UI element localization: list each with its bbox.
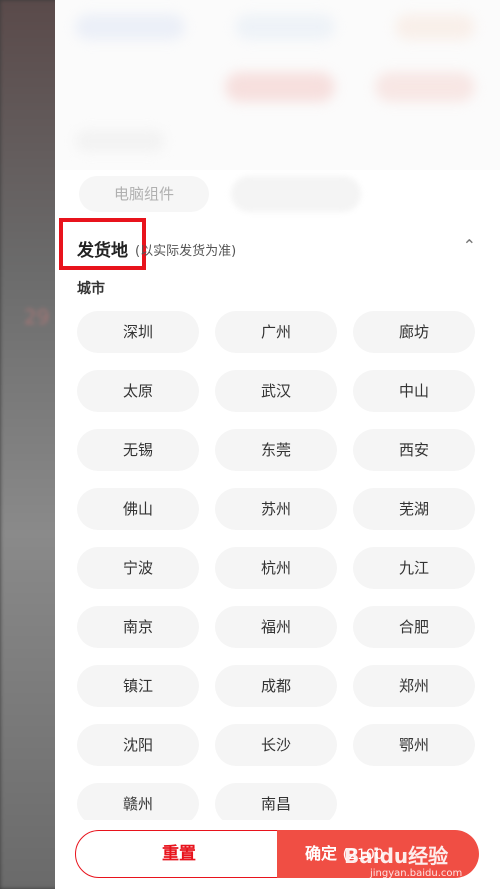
city-chip[interactable]: 成都 — [215, 665, 337, 707]
city-chip[interactable]: 宁波 — [77, 547, 199, 589]
ship-from-note: (以实际发货为准) — [135, 244, 237, 259]
filter-chip-computer-parts[interactable]: 电脑组件 — [79, 176, 209, 212]
city-chip[interactable]: 长沙 — [215, 724, 337, 766]
ship-from-header[interactable]: 发货地 (以实际发货为准) ⌃ — [55, 218, 500, 274]
watermark-sub: jingyan.baidu.com — [370, 868, 463, 879]
city-chip[interactable]: 杭州 — [215, 547, 337, 589]
city-chip[interactable]: 赣州 — [77, 783, 199, 825]
city-chip[interactable]: 广州 — [215, 311, 337, 353]
chevron-up-icon[interactable]: ⌃ — [463, 236, 476, 255]
background-price: 29 — [24, 305, 50, 329]
city-chip[interactable]: 太原 — [77, 370, 199, 412]
city-chip[interactable]: 九江 — [353, 547, 475, 589]
city-chip[interactable]: 深圳 — [77, 311, 199, 353]
city-chip[interactable]: 南京 — [77, 606, 199, 648]
city-chip[interactable]: 武汉 — [215, 370, 337, 412]
city-label: 城市 — [77, 281, 105, 297]
city-chip[interactable]: 镇江 — [77, 665, 199, 707]
city-chip[interactable]: 佛山 — [77, 488, 199, 530]
filter-drawer: 电脑组件 发货地 (以实际发货为准) ⌃ 城市 深圳 广州 廊坊 太原 武汉 中… — [55, 0, 500, 889]
city-chip[interactable]: 南昌 — [215, 783, 337, 825]
city-chip[interactable]: 廊坊 — [353, 311, 475, 353]
city-chip[interactable]: 苏州 — [215, 488, 337, 530]
background-app: 29 — [0, 0, 60, 889]
filter-chip-blurred[interactable] — [231, 176, 361, 212]
baidu-watermark: Baidu经验 jingyan.baidu.com — [332, 838, 492, 886]
city-chip[interactable]: 无锡 — [77, 429, 199, 471]
city-chip[interactable]: 合肥 — [353, 606, 475, 648]
city-chip[interactable]: 芜湖 — [353, 488, 475, 530]
blurred-filter-area — [55, 0, 500, 170]
city-chip[interactable]: 福州 — [215, 606, 337, 648]
city-chip[interactable]: 中山 — [353, 370, 475, 412]
city-chip[interactable]: 西安 — [353, 429, 475, 471]
city-chip[interactable]: 鄂州 — [353, 724, 475, 766]
watermark-main: Baidu经验 — [344, 844, 449, 868]
city-chip[interactable]: 沈阳 — [77, 724, 199, 766]
city-chip[interactable]: 东莞 — [215, 429, 337, 471]
city-chip[interactable]: 郑州 — [353, 665, 475, 707]
ship-from-title: 发货地 — [77, 241, 128, 261]
reset-button[interactable]: 重置 — [75, 830, 283, 878]
